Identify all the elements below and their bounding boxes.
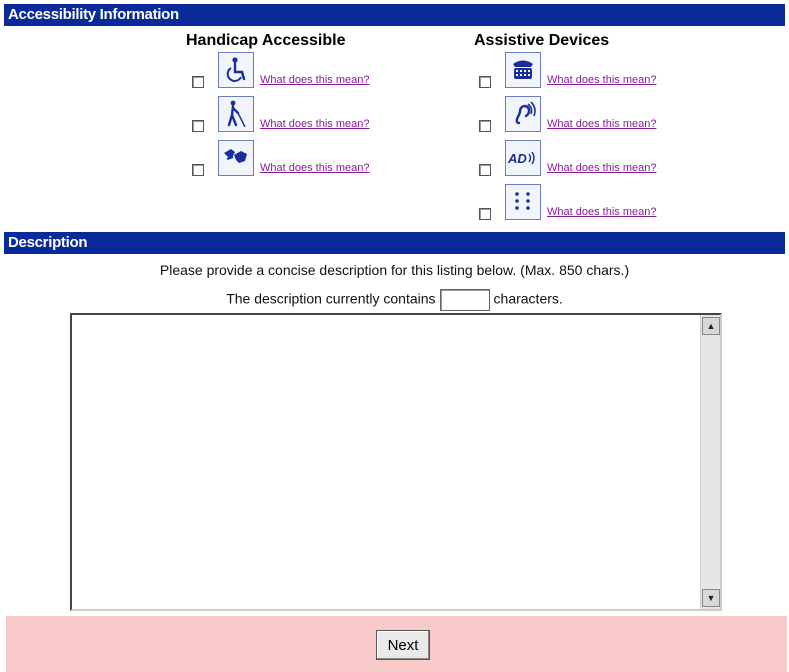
accessibility-row-wheelchair: What does this mean?: [192, 52, 412, 92]
count-prefix: The description currently contains: [226, 290, 436, 307]
audio-description-checkbox[interactable]: [479, 164, 491, 176]
wheelchair-info-link[interactable]: What does this mean?: [260, 74, 369, 86]
accessibility-row-audio-description: AD What does this mean?: [479, 140, 699, 180]
accessibility-row-tty: What does this mean?: [479, 52, 699, 92]
blind-checkbox[interactable]: [192, 120, 204, 132]
braille-info-link[interactable]: What does this mean?: [547, 206, 656, 218]
blind-cane-icon: [218, 96, 254, 132]
handicap-accessible-heading: Handicap Accessible: [186, 32, 346, 49]
form-footer: Next: [6, 616, 787, 672]
sign-language-icon: [218, 140, 254, 176]
tty-icon: [505, 52, 541, 88]
accessibility-row-hearing: What does this mean?: [479, 96, 699, 136]
character-count-line: The description currently contains charac…: [0, 289, 789, 311]
tty-info-link[interactable]: What does this mean?: [547, 74, 656, 86]
character-count-field[interactable]: [439, 289, 490, 311]
wheelchair-checkbox[interactable]: [192, 76, 204, 88]
blind-info-link[interactable]: What does this mean?: [260, 118, 369, 130]
svg-text:AD: AD: [507, 151, 527, 166]
next-button[interactable]: Next: [376, 630, 430, 660]
sign-language-checkbox[interactable]: [192, 164, 204, 176]
audio-description-info-link[interactable]: What does this mean?: [547, 162, 656, 174]
scroll-up-icon[interactable]: ▲: [702, 317, 720, 335]
braille-icon: [505, 184, 541, 220]
accessibility-row-braille: What does this mean?: [479, 184, 699, 224]
description-prompt: Please provide a concise description for…: [159, 262, 630, 278]
audio-description-icon: AD: [505, 140, 541, 176]
sign-language-info-link[interactable]: What does this mean?: [260, 162, 369, 174]
description-scrollbar[interactable]: ▲ ▼: [700, 315, 720, 609]
description-section-header: Description: [4, 232, 785, 254]
braille-checkbox[interactable]: [479, 208, 491, 220]
count-suffix: characters.: [493, 290, 563, 307]
accessibility-row-sign-language: What does this mean?: [192, 140, 412, 180]
description-textarea[interactable]: ▲ ▼: [70, 313, 722, 611]
description-text[interactable]: [76, 319, 694, 603]
accessibility-section-header: Accessibility Information: [4, 4, 785, 26]
scroll-down-icon[interactable]: ▼: [702, 589, 720, 607]
hearing-checkbox[interactable]: [479, 120, 491, 132]
accessibility-row-blind: What does this mean?: [192, 96, 412, 136]
hearing-assist-icon: [505, 96, 541, 132]
wheelchair-icon: [218, 52, 254, 88]
hearing-info-link[interactable]: What does this mean?: [547, 118, 656, 130]
tty-checkbox[interactable]: [479, 76, 491, 88]
assistive-devices-heading: Assistive Devices: [474, 32, 610, 49]
